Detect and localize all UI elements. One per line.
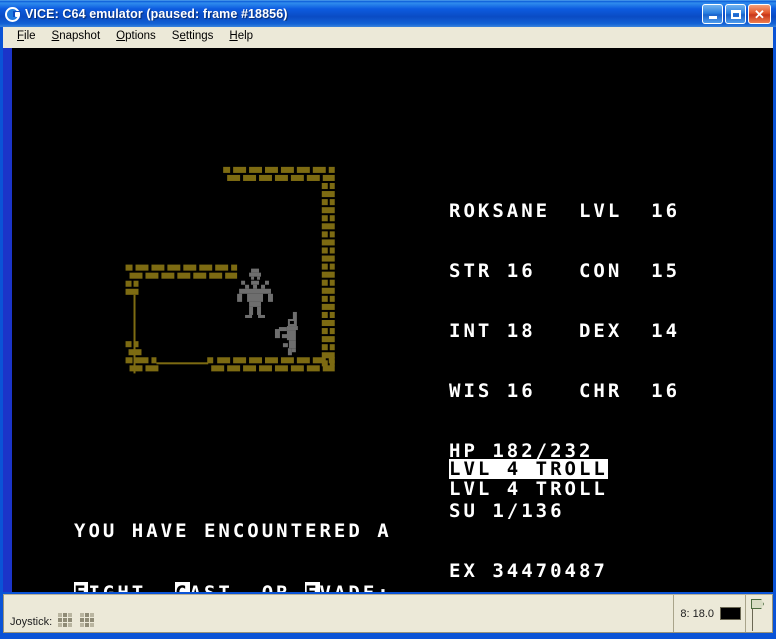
vice-emulator-window: VICE: C64 emulator (paused: frame #18856… (0, 0, 776, 639)
tape-drive-icon (751, 599, 767, 631)
menu-item-settings[interactable]: Settings (164, 29, 222, 46)
menu-item-snapshot[interactable]: Snapshot (44, 29, 109, 46)
fight-label: IGHT, (88, 582, 175, 592)
menu-item-file[interactable]: File (9, 29, 44, 46)
enemy-label: LVL 4 TROLL LVL 4 TROLL (449, 459, 608, 499)
stats-line-su: SU 1/136 (449, 500, 565, 522)
menu-item-help[interactable]: Help (221, 29, 261, 46)
encounter-message-area: YOU HAVE ENCOUNTERED A FIGHT, CAST, OR E… (74, 481, 392, 592)
drive-led-icon (720, 607, 741, 620)
minimize-button[interactable] (702, 4, 723, 24)
wall-left-stub-bottom (125, 341, 142, 356)
wall-corridor-horizontal (156, 362, 209, 365)
maximize-button[interactable] (725, 4, 746, 24)
fight-key[interactable]: F (74, 582, 89, 592)
tape-status[interactable] (745, 595, 772, 632)
c64-screen[interactable]: ROKSANE LVL 16 STR 16 CON 15 INT 18 DEX … (12, 48, 773, 592)
wall-top (223, 166, 335, 181)
vice-commodore-icon (4, 6, 21, 23)
drive-status-text: 8: 18.0 (680, 607, 714, 620)
joystick-label: Joystick: (10, 616, 53, 628)
c64-border-frame: ROKSANE LVL 16 STR 16 CON 15 INT 18 DEX … (3, 48, 773, 592)
enemy-label-normal: LVL 4 TROLL (449, 478, 608, 500)
wall-right (321, 182, 335, 367)
joystick-port-1-indicator[interactable] (58, 613, 73, 627)
evade-label: VADE: (320, 582, 392, 592)
troll-sprite (237, 268, 273, 318)
wall-middle-left (125, 264, 238, 279)
dungeon-walls (125, 166, 335, 374)
stats-line-ex: EX 34470487 (449, 560, 608, 582)
joystick-status: Joystick: (4, 595, 673, 632)
stats-line-name: ROKSANE LVL 16 (449, 200, 681, 222)
enemy-label-highlighted: LVL 4 TROLL (449, 458, 608, 480)
stats-line-str-con: STR 16 CON 15 (449, 260, 681, 282)
window-title: VICE: C64 emulator (paused: frame #18856… (25, 7, 288, 21)
evade-key[interactable]: E (305, 582, 320, 592)
close-button[interactable]: ✕ (748, 4, 771, 24)
menu-bar: File Snapshot Options Settings Help (0, 27, 776, 48)
character-stats-panel: ROKSANE LVL 16 STR 16 CON 15 INT 18 DEX … (449, 161, 680, 592)
player-sprite (274, 311, 298, 356)
close-icon: ✕ (754, 6, 765, 22)
cast-label: AST, OR (190, 582, 306, 592)
encounter-message: YOU HAVE ENCOUNTERED A (74, 520, 392, 542)
cast-key[interactable]: C (175, 582, 190, 592)
action-prompt[interactable]: FIGHT, CAST, OR EVADE: (74, 582, 392, 592)
wall-left-stub (125, 280, 139, 295)
menu-item-options[interactable]: Options (108, 29, 164, 46)
joystick-port-2-indicator[interactable] (80, 613, 95, 627)
drive-status[interactable]: 8: 18.0 (673, 595, 745, 632)
window-controls: ✕ (702, 4, 774, 24)
stats-line-int-dex: INT 18 DEX 14 (449, 320, 681, 342)
wall-corridor-vertical (133, 294, 136, 374)
status-bar: Joystick: 8: 18.0 (0, 592, 776, 636)
title-bar[interactable]: VICE: C64 emulator (paused: frame #18856… (0, 0, 776, 27)
stats-line-wis-chr: WIS 16 CHR 16 (449, 380, 681, 402)
emulator-client-area: ROKSANE LVL 16 STR 16 CON 15 INT 18 DEX … (0, 48, 776, 592)
